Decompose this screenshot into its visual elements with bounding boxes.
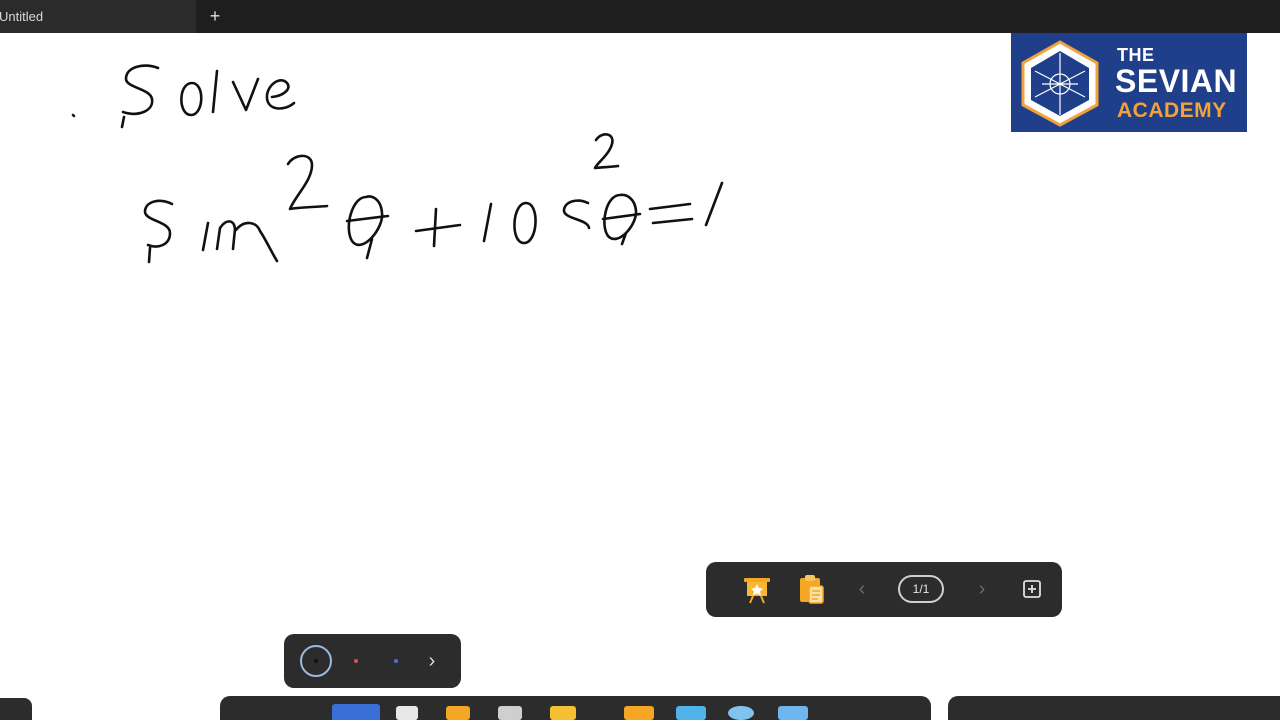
add-page-button[interactable] — [1022, 579, 1042, 599]
pen-color-blue[interactable] — [394, 659, 398, 663]
hexagon-logo-icon — [1021, 40, 1099, 127]
pen-color-red[interactable] — [354, 659, 358, 663]
tab-label: Untitled — [0, 9, 44, 24]
pen-color-black[interactable] — [300, 645, 332, 677]
toolbox-button[interactable] — [676, 706, 706, 720]
ink-one — [482, 202, 493, 243]
sevian-academy-logo: THE SEVIAN ACADEMY — [1011, 33, 1247, 132]
ink-theta-a — [345, 195, 390, 260]
ink-v — [231, 77, 260, 112]
clipboard-icon — [800, 575, 824, 604]
presentation-button[interactable] — [740, 572, 774, 606]
ink-zero — [513, 201, 537, 245]
ink-i — [201, 221, 210, 252]
text-tool-button[interactable] — [498, 706, 522, 720]
sticky-note-button[interactable] — [550, 706, 576, 720]
shape-tool-button[interactable] — [446, 706, 470, 720]
ink-l — [211, 69, 219, 114]
menu-button[interactable] — [0, 698, 32, 720]
add-page-icon — [1023, 580, 1041, 598]
more-colors-button[interactable]: › — [424, 647, 440, 675]
tab-bar: Untitled + — [0, 0, 1280, 33]
ink-s — [120, 64, 160, 129]
ink-theta-b — [601, 193, 642, 246]
tab-untitled[interactable]: Untitled — [0, 0, 196, 33]
eraser-tool-button[interactable] — [396, 706, 418, 720]
previous-page-button[interactable]: ‹ — [852, 576, 872, 602]
drawing-canvas[interactable] — [0, 33, 1280, 720]
page-counter[interactable]: 1/1 — [898, 575, 944, 603]
folder-button[interactable] — [624, 706, 654, 720]
ink-s2 — [143, 199, 174, 264]
ink-sup2-b — [593, 133, 620, 170]
logo-text-academy: ACADEMY — [1117, 99, 1227, 122]
presentation-icon — [744, 578, 770, 604]
next-page-button[interactable]: › — [972, 576, 992, 602]
clock-button[interactable] — [778, 706, 808, 720]
ink-e — [265, 79, 296, 110]
ink-five — [562, 199, 591, 230]
whiteboard-app: Untitled + THE SEVIAN ACADEMY ‹ 1/1 › › — [0, 0, 1280, 720]
new-tab-button[interactable]: + — [205, 0, 225, 33]
view-toolbar — [948, 696, 1280, 720]
ink-equals — [648, 202, 694, 225]
color-swatch — [314, 659, 318, 663]
main-toolbar — [220, 696, 931, 720]
pen-tool-button[interactable] — [332, 704, 380, 720]
ink-o — [180, 81, 203, 117]
ink-sup2-a — [286, 154, 329, 211]
pen-color-tray: › — [284, 634, 461, 688]
page-navigation-toolbar: ‹ 1/1 › — [706, 562, 1062, 617]
browser-button[interactable] — [728, 706, 754, 720]
ink-dot — [71, 113, 76, 118]
ink-m — [215, 220, 279, 263]
clipboard-button[interactable] — [794, 572, 828, 606]
handwriting-layer — [71, 64, 724, 264]
ink-one-b — [704, 181, 724, 227]
logo-text-sevian: SEVIAN — [1115, 63, 1238, 99]
ink-plus — [414, 207, 462, 248]
